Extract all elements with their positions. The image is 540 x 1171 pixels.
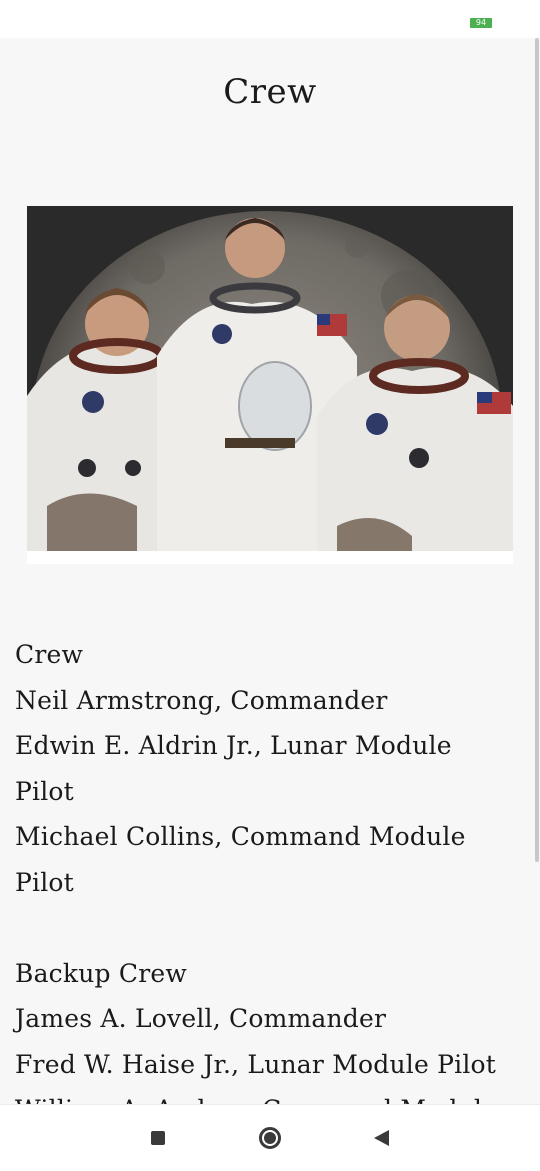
backup-crew-member: William A. Anders, Command Module (15, 1087, 520, 1104)
scrollbar[interactable] (535, 38, 539, 862)
home-button[interactable] (255, 1123, 285, 1153)
content-area[interactable]: Crew Crew Neil Armstrong, Commander Edwi… (0, 38, 540, 1104)
navigation-bar (0, 1104, 540, 1171)
back-button[interactable] (366, 1123, 396, 1153)
crew-member: Michael Collins, Command Module (15, 822, 466, 851)
backup-crew-member: James A. Lovell, Commander (15, 1004, 387, 1033)
crew-member: Neil Armstrong, Commander (15, 685, 388, 715)
crew-photo (27, 206, 513, 564)
status-bar: 94 (0, 0, 540, 38)
crew-list: Crew Neil Armstrong, Commander Edwin E. … (15, 632, 520, 1104)
back-icon (373, 1130, 389, 1146)
recents-icon (151, 1131, 165, 1145)
crew-heading: Crew (15, 640, 84, 669)
backup-crew-member: Fred W. Haise Jr., Lunar Module Pilot (15, 1049, 497, 1079)
crew-member: Pilot (15, 776, 74, 806)
backup-crew-heading: Backup Crew (15, 958, 187, 988)
battery-icon: 94 (470, 18, 492, 28)
recents-button[interactable] (143, 1123, 173, 1153)
crew-member: Pilot (15, 867, 74, 897)
crew-member: Edwin E. Aldrin Jr., Lunar Module (15, 731, 452, 760)
page-title: Crew (223, 72, 317, 112)
home-icon (259, 1127, 281, 1149)
